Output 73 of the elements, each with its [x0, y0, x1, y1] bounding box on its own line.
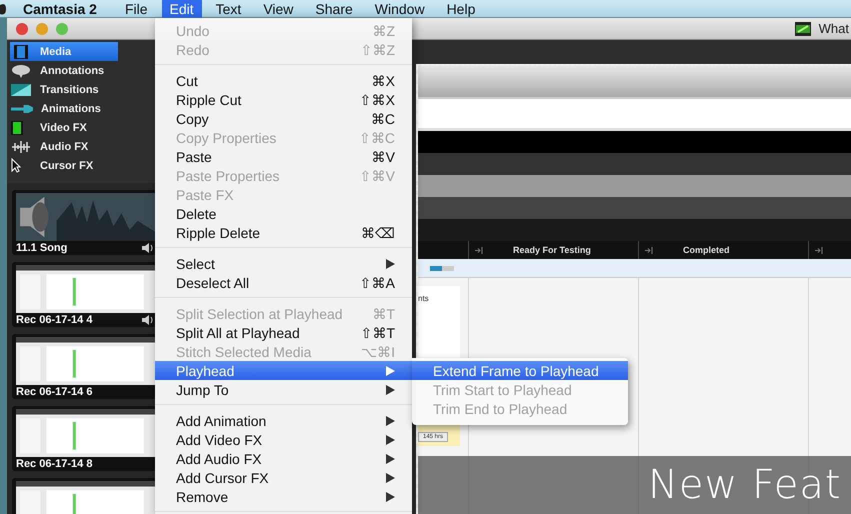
menu-item[interactable]: Paste ⌘V — [155, 147, 412, 166]
menu-item[interactable]: Cut ⌘X — [155, 71, 412, 90]
window-title: What — [818, 21, 849, 36]
menu-item[interactable]: Playhead — [155, 361, 412, 380]
app-menu[interactable]: Camtasia 2 — [23, 0, 97, 16]
menu-item[interactable]: Ripple Delete ⌘⌫ — [155, 223, 412, 242]
close-button[interactable] — [16, 22, 28, 34]
menu-item[interactable]: Window — [366, 0, 433, 18]
shortcut-label: ⇧⌘X — [360, 92, 395, 108]
shortcut-label: ⇧⌘A — [360, 274, 395, 290]
shortcut-label: ⌘V — [372, 148, 395, 164]
collapse-icon[interactable] — [815, 246, 823, 254]
menu-item[interactable]: Deselect All ⇧⌘A — [155, 273, 412, 292]
collapse-icon[interactable] — [645, 246, 653, 254]
film-icon — [14, 44, 28, 58]
menu-item[interactable]: Help — [438, 0, 484, 18]
cursor-icon — [11, 158, 21, 173]
sidebar-item[interactable]: Annotations — [7, 61, 118, 80]
menu-item[interactable]: Ripple Cut ⇧⌘X — [155, 90, 412, 109]
menu-item[interactable]: Add Video FX — [155, 430, 412, 449]
media-clip[interactable]: 11.1 Song — [12, 190, 155, 255]
apple-icon[interactable] — [0, 2, 6, 16]
shortcut-label: ⌘T — [372, 306, 395, 322]
menu-item[interactable]: Text — [208, 0, 250, 18]
column-header: Ready For Testing — [513, 245, 591, 255]
menu-item[interactable]: Extend Frame to Playhead — [412, 361, 628, 380]
shortcut-label: ⌘Z — [372, 22, 395, 38]
sidebar-item[interactable]: Media — [10, 42, 118, 61]
media-clip[interactable]: Rec 06-17-14 6 — [12, 334, 155, 399]
sidebar-item[interactable]: Animations — [7, 99, 118, 118]
menu-item[interactable]: Add Cursor FX — [155, 468, 412, 487]
shortcut-label: ⇧⌘T — [360, 324, 395, 340]
media-clip[interactable]: Rec 06-17-14 8 — [12, 406, 155, 471]
shortcut-label: ⌘⌫ — [361, 224, 395, 240]
shortcut-label: ⌘C — [370, 110, 395, 126]
menu-item[interactable]: Edit — [162, 0, 202, 18]
clip-name: Rec 06-17-14 6 — [16, 386, 92, 398]
banner-text: New Feat — [648, 462, 842, 508]
menu-item[interactable]: Jump To — [155, 380, 412, 399]
sidebar-item[interactable]: Transitions — [7, 80, 118, 99]
menu-item[interactable]: Delete — [155, 204, 412, 223]
progress-bar — [430, 266, 454, 270]
shortcut-label: ⌥⌘I — [361, 344, 395, 360]
shortcut-label: ⇧⌘Z — [360, 42, 395, 58]
menu-item[interactable]: Add Animation — [155, 411, 412, 430]
sidebar-item[interactable]: Video FX — [7, 118, 118, 137]
sidebar-item[interactable]: Audio FX — [7, 137, 118, 156]
film-icon — [11, 120, 23, 134]
waveform-icon — [11, 140, 31, 152]
menu-item[interactable]: View — [255, 0, 302, 18]
shortcut-label: ⇧⌘C — [358, 130, 395, 146]
menu-item[interactable]: Split All at Playhead ⇧⌘T — [155, 323, 412, 342]
menu-item[interactable]: Add Audio FX — [155, 449, 412, 468]
collapse-icon[interactable] — [475, 246, 483, 254]
clip-name: Rec 06-17-14 8 — [16, 458, 92, 470]
shortcut-label: ⇧⌘V — [360, 168, 395, 184]
menu-item[interactable]: File — [116, 0, 156, 18]
media-clip[interactable]: Rec 06-17-14 4 — [12, 262, 155, 327]
menu-item[interactable]: Copy ⌘C — [155, 109, 412, 128]
shortcut-label: ⌘X — [372, 72, 395, 88]
column-header: Completed — [683, 245, 730, 255]
menu-item[interactable]: Share — [307, 0, 361, 18]
menu-item[interactable]: Select — [155, 254, 412, 273]
arrow-icon — [11, 104, 33, 112]
clip-name: Rec 06-17-14 4 — [16, 314, 92, 326]
card-text: nts — [418, 294, 429, 303]
submenu-arrow-icon — [386, 258, 395, 268]
sidebar-item[interactable]: Cursor FX — [7, 156, 118, 175]
transition-icon — [11, 84, 31, 96]
clip-name: 11.1 Song — [16, 242, 68, 254]
film-icon — [794, 22, 811, 36]
menu-item[interactable]: Remove — [155, 487, 412, 506]
speech-bubble-icon — [11, 64, 31, 78]
